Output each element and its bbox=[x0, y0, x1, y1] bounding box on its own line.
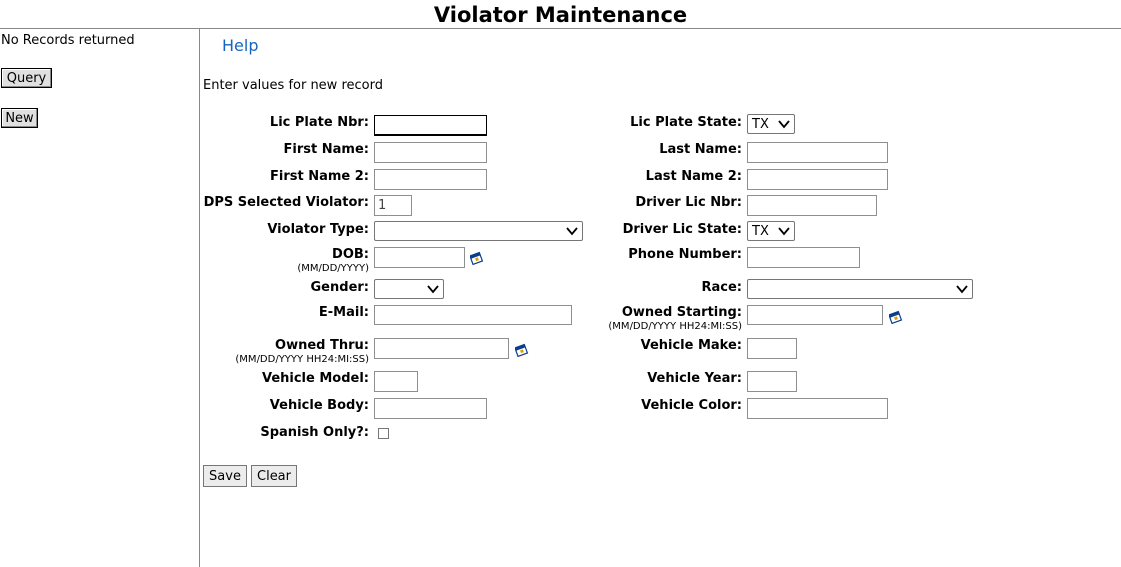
owned-starting-label: Owned Starting: bbox=[621, 305, 742, 320]
owned-starting-input[interactable] bbox=[747, 305, 883, 325]
race-select[interactable] bbox=[747, 279, 973, 299]
calendar-icon[interactable] bbox=[889, 310, 903, 324]
lic-plate-state-select[interactable]: TX bbox=[747, 114, 795, 134]
owned-thru-format-hint: (MM/DD/YYYY HH24:MI:SS) bbox=[235, 354, 369, 365]
lic-plate-nbr-label: Lic Plate Nbr: bbox=[269, 115, 369, 130]
first-name-2-label: First Name 2: bbox=[269, 169, 369, 184]
calendar-icon[interactable] bbox=[470, 251, 484, 265]
query-button[interactable]: Query bbox=[1, 68, 52, 88]
driver-lic-nbr-label: Driver Lic Nbr: bbox=[635, 195, 742, 210]
last-name-2-label: Last Name 2: bbox=[645, 169, 742, 184]
last-name-2-input[interactable] bbox=[747, 169, 888, 190]
chevron-down-icon bbox=[566, 227, 578, 236]
dps-selected-violator-input[interactable] bbox=[374, 195, 412, 216]
last-name-input[interactable] bbox=[747, 142, 888, 163]
calendar-icon[interactable] bbox=[515, 343, 529, 357]
dob-format-hint: (MM/DD/YYYY) bbox=[297, 263, 369, 274]
chevron-down-icon bbox=[778, 120, 790, 129]
vehicle-year-label: Vehicle Year: bbox=[647, 371, 742, 386]
race-label: Race: bbox=[701, 280, 742, 295]
records-status: No Records returned bbox=[1, 33, 135, 48]
help-link[interactable]: Help bbox=[222, 36, 258, 55]
vehicle-year-input[interactable] bbox=[747, 371, 797, 392]
chevron-down-icon bbox=[778, 227, 790, 236]
vehicle-model-label: Vehicle Model: bbox=[261, 371, 369, 386]
vehicle-color-input[interactable] bbox=[747, 398, 888, 419]
sidebar-divider bbox=[199, 29, 200, 567]
save-button[interactable]: Save bbox=[203, 465, 247, 487]
email-input[interactable] bbox=[374, 305, 572, 325]
phone-number-label: Phone Number: bbox=[628, 247, 742, 262]
violator-type-label: Violator Type: bbox=[267, 222, 369, 237]
gender-select[interactable] bbox=[374, 279, 444, 299]
page-title: Violator Maintenance bbox=[433, 3, 688, 27]
lic-plate-nbr-input[interactable] bbox=[374, 115, 487, 136]
vehicle-make-label: Vehicle Make: bbox=[640, 338, 742, 353]
lic-plate-state-value: TX bbox=[752, 116, 769, 132]
clear-button[interactable]: Clear bbox=[251, 465, 297, 487]
driver-lic-state-label: Driver Lic State: bbox=[622, 222, 742, 237]
owned-starting-format-hint: (MM/DD/YYYY HH24:MI:SS) bbox=[608, 321, 742, 332]
lic-plate-state-label: Lic Plate State: bbox=[630, 115, 742, 130]
gender-label: Gender: bbox=[310, 280, 369, 295]
chevron-down-icon bbox=[956, 285, 968, 294]
dob-input[interactable] bbox=[374, 247, 465, 268]
last-name-label: Last Name: bbox=[659, 142, 742, 157]
form-instruction: Enter values for new record bbox=[203, 78, 383, 93]
first-name-label: First Name: bbox=[283, 142, 369, 157]
first-name-2-input[interactable] bbox=[374, 169, 487, 190]
new-button[interactable]: New bbox=[1, 108, 38, 128]
owned-thru-input[interactable] bbox=[374, 338, 509, 359]
vehicle-color-label: Vehicle Color: bbox=[641, 398, 742, 413]
driver-lic-nbr-input[interactable] bbox=[747, 195, 877, 216]
driver-lic-state-select[interactable]: TX bbox=[747, 221, 795, 241]
vehicle-body-input[interactable] bbox=[374, 398, 487, 419]
vehicle-model-input[interactable] bbox=[374, 371, 418, 392]
vehicle-make-input[interactable] bbox=[747, 338, 797, 359]
driver-lic-state-value: TX bbox=[752, 223, 769, 239]
email-label: E-Mail: bbox=[318, 305, 369, 320]
owned-thru-label: Owned Thru: bbox=[275, 338, 369, 353]
dps-selected-violator-label: DPS Selected Violator: bbox=[203, 195, 369, 210]
spanish-only-checkbox[interactable] bbox=[378, 428, 389, 439]
phone-number-input[interactable] bbox=[747, 247, 860, 268]
dob-label: DOB: bbox=[332, 247, 369, 262]
spanish-only-label: Spanish Only?: bbox=[260, 425, 369, 440]
violator-type-select[interactable] bbox=[374, 221, 583, 241]
first-name-input[interactable] bbox=[374, 142, 487, 163]
header-divider bbox=[0, 28, 1121, 29]
chevron-down-icon bbox=[427, 285, 439, 294]
vehicle-body-label: Vehicle Body: bbox=[269, 398, 369, 413]
